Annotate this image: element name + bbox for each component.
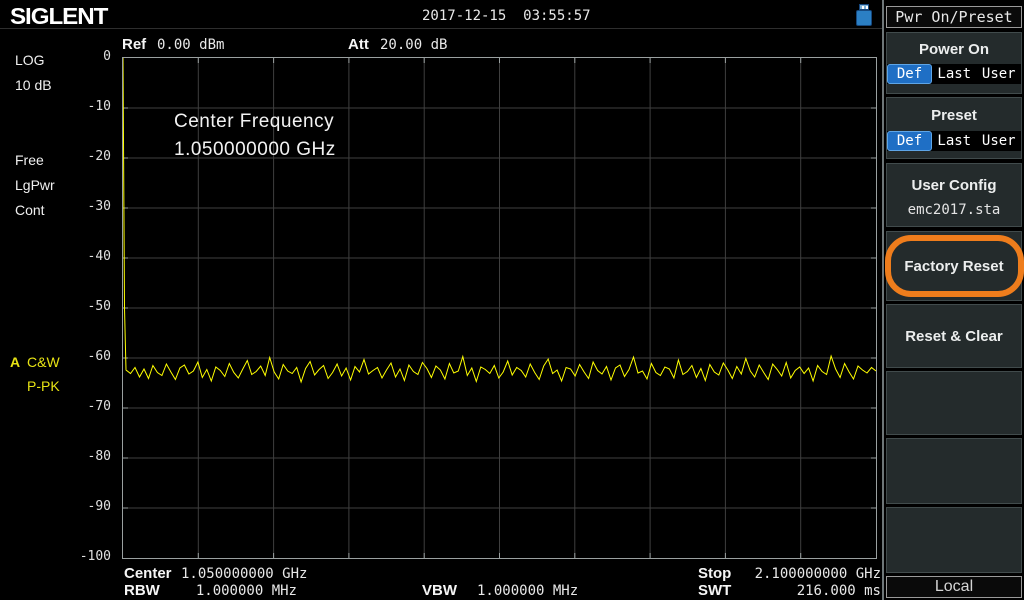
softkey-power-on[interactable]: Power On Def Last User (886, 32, 1022, 94)
softkey-blank-1 (886, 371, 1022, 435)
vbw-value: 1.000000 MHz (477, 583, 578, 599)
softkey-preset[interactable]: Preset Def Last User (886, 97, 1022, 159)
softkey-factory-reset[interactable]: Factory Reset (886, 231, 1022, 301)
center-label: Center (124, 565, 172, 582)
usb-drive-icon (856, 4, 872, 26)
status-scale-type: LOG (15, 52, 45, 68)
ref-label: Ref (122, 36, 146, 53)
softkey-blank-2 (886, 438, 1022, 504)
y-tick-label: -30 (50, 199, 111, 214)
power-on-title: Power On (887, 41, 1021, 58)
sidebar-divider (882, 0, 884, 600)
y-tick-label: -90 (50, 499, 111, 514)
stop-value: 2.100000000 GHz (740, 566, 881, 582)
y-tick-label: -50 (50, 299, 111, 314)
y-tick-label: -80 (50, 449, 111, 464)
preset-options: Def Last User (887, 131, 1021, 151)
rbw-value: 1.000000 MHz (181, 583, 297, 599)
topbar-divider (0, 28, 884, 29)
usb-pin (866, 6, 868, 9)
preset-option-def[interactable]: Def (887, 131, 932, 151)
user-config-filename: emc2017.sta (887, 202, 1021, 218)
usb-body (856, 10, 872, 26)
trace-canvas (123, 58, 876, 558)
y-tick-label: -10 (50, 99, 111, 114)
status-power-mode: LgPwr (15, 177, 55, 193)
reset-and-clear-label: Reset & Clear (905, 328, 1003, 345)
center-frequency-annotation-value: 1.050000000 GHz (174, 139, 336, 161)
power-on-option-def[interactable]: Def (887, 64, 932, 84)
vbw-label: VBW (422, 582, 457, 599)
trace-id-label: A (10, 354, 20, 370)
softkey-reset-and-clear[interactable]: Reset & Clear (886, 304, 1022, 368)
factory-reset-label: Factory Reset (904, 258, 1003, 275)
y-tick-label: -60 (50, 349, 111, 364)
local-button[interactable]: Local (886, 576, 1022, 598)
status-sweep-mode: Cont (15, 202, 45, 218)
softkey-user-config[interactable]: User Config emc2017.sta (886, 163, 1022, 227)
y-tick-label: -20 (50, 149, 111, 164)
y-tick-label: -100 (50, 549, 111, 564)
center-frequency-annotation-title: Center Frequency (174, 111, 334, 133)
analyzer-screen: SIGLENT 2017-12-15 03:55:57 LOG 10 dB Fr… (0, 0, 1024, 600)
power-on-options: Def Last User (887, 64, 1021, 84)
center-value: 1.050000000 GHz (181, 566, 307, 582)
menu-title: Pwr On/Preset (886, 6, 1022, 28)
datetime: 2017-12-15 03:55:57 (422, 8, 591, 24)
y-tick-label: -70 (50, 399, 111, 414)
siglent-logo: SIGLENT (10, 3, 107, 30)
status-trigger: Free (15, 152, 44, 168)
usb-pin (862, 6, 864, 9)
y-tick-label: 0 (50, 49, 111, 64)
att-label: Att (348, 36, 369, 53)
preset-option-user[interactable]: User (977, 133, 1022, 149)
spectrum-plot: Center Frequency 1.050000000 GHz (122, 57, 877, 559)
preset-title: Preset (887, 107, 1021, 124)
att-value: 20.00 dB (380, 37, 447, 53)
softkey-menu: Pwr On/Preset Power On Def Last User Pre… (886, 0, 1022, 600)
softkey-blank-3 (886, 507, 1022, 573)
swt-label: SWT (698, 582, 731, 599)
status-scale: 10 dB (15, 77, 52, 93)
swt-value: 216.000 ms (740, 583, 881, 599)
rbw-label: RBW (124, 582, 160, 599)
power-on-option-last[interactable]: Last (932, 66, 977, 82)
y-tick-label: -40 (50, 249, 111, 264)
stop-label: Stop (698, 565, 731, 582)
power-on-option-user[interactable]: User (977, 66, 1022, 82)
user-config-title: User Config (887, 177, 1021, 194)
y-axis-labels: 0-10-20-30-40-50-60-70-80-90-100 (50, 57, 117, 557)
preset-option-last[interactable]: Last (932, 133, 977, 149)
ref-value: 0.00 dBm (157, 37, 224, 53)
